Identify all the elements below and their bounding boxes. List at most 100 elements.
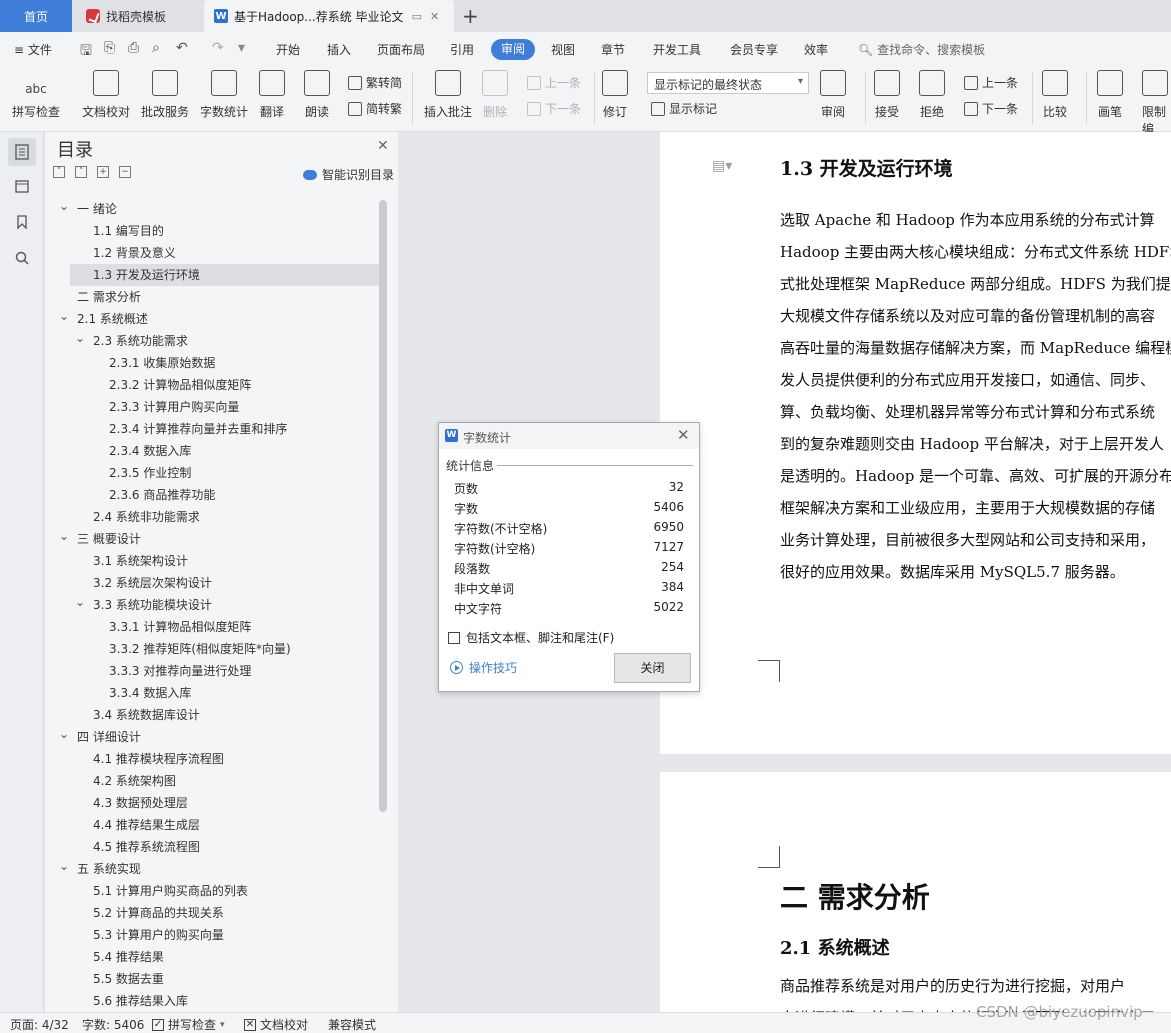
toc-item[interactable]: 1.2 背景及意义: [45, 242, 379, 264]
toc-item[interactable]: 2.3.4 数据入库: [45, 440, 379, 462]
menu-review[interactable]: 审阅: [491, 39, 535, 60]
toc-item[interactable]: 3.3.3 对推荐向量进行处理: [45, 660, 379, 682]
prev-comment-button[interactable]: 上一条: [527, 74, 581, 91]
spell-check-button[interactable]: abc 拼写检查: [12, 70, 60, 120]
tab-find-template[interactable]: 找稻壳模板: [76, 0, 200, 32]
toc-item[interactable]: 4.4 推荐结果生成层: [45, 814, 379, 836]
close-tab-icon[interactable]: ✕: [430, 10, 439, 23]
toc-item[interactable]: 3.3.4 数据入库: [45, 682, 379, 704]
markup-state-select[interactable]: 显示标记的最终状态: [647, 72, 809, 94]
accept-button[interactable]: 接受: [874, 70, 900, 120]
toc-item[interactable]: 2.3.1 收集原始数据: [45, 352, 379, 374]
toc-item[interactable]: 3.3.2 推荐矩阵(相似度矩阵*向量): [45, 638, 379, 660]
toc-item[interactable]: ⌄ 3.3 系统功能模块设计: [45, 594, 379, 616]
toc-item[interactable]: ⌄ 2.1 系统概述: [45, 308, 379, 330]
reject-button[interactable]: 拒绝: [919, 70, 945, 120]
toc-item[interactable]: 4.2 系统架构图: [45, 770, 379, 792]
menu-view[interactable]: 视图: [551, 41, 575, 58]
toc-item[interactable]: 4.5 推荐系统流程图: [45, 836, 379, 858]
command-search[interactable]: 🔍︎ 查找命令、搜索模板: [858, 41, 985, 58]
delete-comment-button[interactable]: 删除: [482, 70, 508, 120]
close-button[interactable]: 关闭: [614, 653, 691, 683]
word-count-button[interactable]: 字数统计: [200, 70, 248, 120]
chevron-down-icon[interactable]: ⌄: [59, 305, 69, 327]
toc-item[interactable]: 5.6 推荐结果入库: [45, 990, 379, 1012]
menu-layout[interactable]: 页面布局: [377, 41, 425, 58]
screen-icon[interactable]: ▭: [412, 10, 422, 23]
include-textbox-checkbox[interactable]: 包括文本框、脚注和尾注(F): [448, 629, 614, 646]
more-icon[interactable]: ▾: [238, 40, 245, 56]
toc-item[interactable]: 3.3.1 计算物品相似度矩阵: [45, 616, 379, 638]
toc-scrollbar[interactable]: [379, 200, 387, 812]
bookmark-icon[interactable]: [8, 208, 36, 236]
undo-icon[interactable]: ↶: [176, 40, 188, 56]
document-page[interactable]: ▤▾ 1.3 开发及运行环境 选取 Apache 和 Hadoop 作为本应用系…: [660, 132, 1171, 754]
toc-item[interactable]: 2.4 系统非功能需求: [45, 506, 379, 528]
close-icon[interactable]: ✕: [677, 426, 690, 444]
add-heading-icon[interactable]: +: [97, 166, 109, 178]
close-icon[interactable]: ✕: [377, 138, 389, 154]
review-pane-button[interactable]: 审阅: [820, 70, 846, 120]
remove-heading-icon[interactable]: −: [119, 166, 131, 178]
dialog-titlebar[interactable]: W 字数统计 ✕: [439, 423, 699, 449]
menu-insert[interactable]: 插入: [327, 41, 351, 58]
toc-item[interactable]: ⌄ 四 详细设计: [45, 726, 379, 748]
chapter-nav-icon[interactable]: [8, 172, 36, 200]
doc-proof-toggle[interactable]: ✕ 文档校对: [244, 1016, 308, 1033]
toc-item[interactable]: ⌄ 三 概要设计: [45, 528, 379, 550]
chevron-down-icon[interactable]: ⌄: [75, 327, 85, 349]
spell-check-toggle[interactable]: ✓ 拼写检查 ▾: [152, 1016, 225, 1033]
menu-devtools[interactable]: 开发工具: [653, 41, 701, 58]
insert-comment-button[interactable]: 插入批注: [424, 70, 472, 120]
chevron-down-icon[interactable]: ⌄: [59, 198, 69, 217]
toc-item[interactable]: 5.5 数据去重: [45, 968, 379, 990]
toc-item[interactable]: 1.1 编写目的: [45, 220, 379, 242]
toc-item[interactable]: 2.3.6 商品推荐功能: [45, 484, 379, 506]
toc-item[interactable]: 2.3.3 计算用户购买向量: [45, 396, 379, 418]
toc-item[interactable]: ⌄ 一 绪论: [45, 198, 379, 220]
chevron-down-icon[interactable]: ⌄: [59, 855, 69, 877]
restrict-edit-button[interactable]: 限制编: [1142, 70, 1171, 137]
compare-button[interactable]: 比较: [1042, 70, 1068, 120]
chevron-down-icon[interactable]: ⌄: [59, 723, 69, 745]
batch-service-button[interactable]: 批改服务: [141, 70, 189, 120]
toc-item[interactable]: 5.1 计算用户购买商品的列表: [45, 880, 379, 902]
revise-button[interactable]: 修订: [602, 70, 628, 120]
next-comment-button[interactable]: 下一条: [527, 100, 581, 117]
export-pdf-icon[interactable]: ⎘: [104, 40, 115, 56]
print-icon[interactable]: ⎙: [128, 40, 139, 56]
document-page[interactable]: 二 需求分析 2.1 系统概述 商品推荐系统是对用户的历史行为进行挖掘，对用户息…: [660, 772, 1171, 1012]
add-tab-icon[interactable]: +: [462, 4, 479, 28]
print-preview-icon[interactable]: ⌕: [152, 40, 160, 56]
redo-icon[interactable]: ↷: [212, 40, 224, 56]
tab-document[interactable]: W 基于Hadoop...荐系统 毕业论文 ▭ ✕: [204, 0, 454, 32]
doc-proof-button[interactable]: 文档校对: [82, 70, 130, 120]
page-indicator[interactable]: 页面: 4/32: [10, 1016, 69, 1033]
toc-item[interactable]: 3.4 系统数据库设计: [45, 704, 379, 726]
toc-item[interactable]: 2.3.4 计算推荐向量并去重和排序: [45, 418, 379, 440]
smart-toc-button[interactable]: 智能识别目录: [303, 166, 394, 183]
toc-item[interactable]: 二 需求分析: [45, 286, 379, 308]
toc-panel-icon[interactable]: [8, 138, 36, 166]
menu-start[interactable]: 开始: [276, 41, 300, 58]
save-icon[interactable]: 🖫: [80, 40, 92, 64]
menu-reference[interactable]: 引用: [450, 41, 474, 58]
chevron-down-icon[interactable]: ⌄: [75, 591, 85, 613]
toc-item[interactable]: 5.2 计算商品的共现关系: [45, 902, 379, 924]
toc-item[interactable]: 4.3 数据预处理层: [45, 792, 379, 814]
read-aloud-button[interactable]: 朗读: [304, 70, 330, 120]
paragraph-menu-icon[interactable]: ▤▾: [712, 158, 732, 174]
toc-item[interactable]: 5.4 推荐结果: [45, 946, 379, 968]
translate-button[interactable]: 翻译: [259, 70, 285, 120]
toc-item[interactable]: 2.3.2 计算物品相似度矩阵: [45, 374, 379, 396]
toc-item[interactable]: 3.2 系统层次架构设计: [45, 572, 379, 594]
tips-link[interactable]: 操作技巧: [450, 659, 517, 676]
toc-item[interactable]: 5.3 计算用户的购买向量: [45, 924, 379, 946]
toc-item[interactable]: ⌄ 2.3 系统功能需求: [45, 330, 379, 352]
expand-all-icon[interactable]: ˅: [53, 166, 65, 178]
show-markup-button[interactable]: 显示标记: [651, 100, 717, 117]
find-icon[interactable]: [8, 244, 36, 272]
menu-chapter[interactable]: 章节: [601, 41, 625, 58]
toc-item[interactable]: 3.1 系统架构设计: [45, 550, 379, 572]
word-count-indicator[interactable]: 字数: 5406: [82, 1016, 144, 1033]
